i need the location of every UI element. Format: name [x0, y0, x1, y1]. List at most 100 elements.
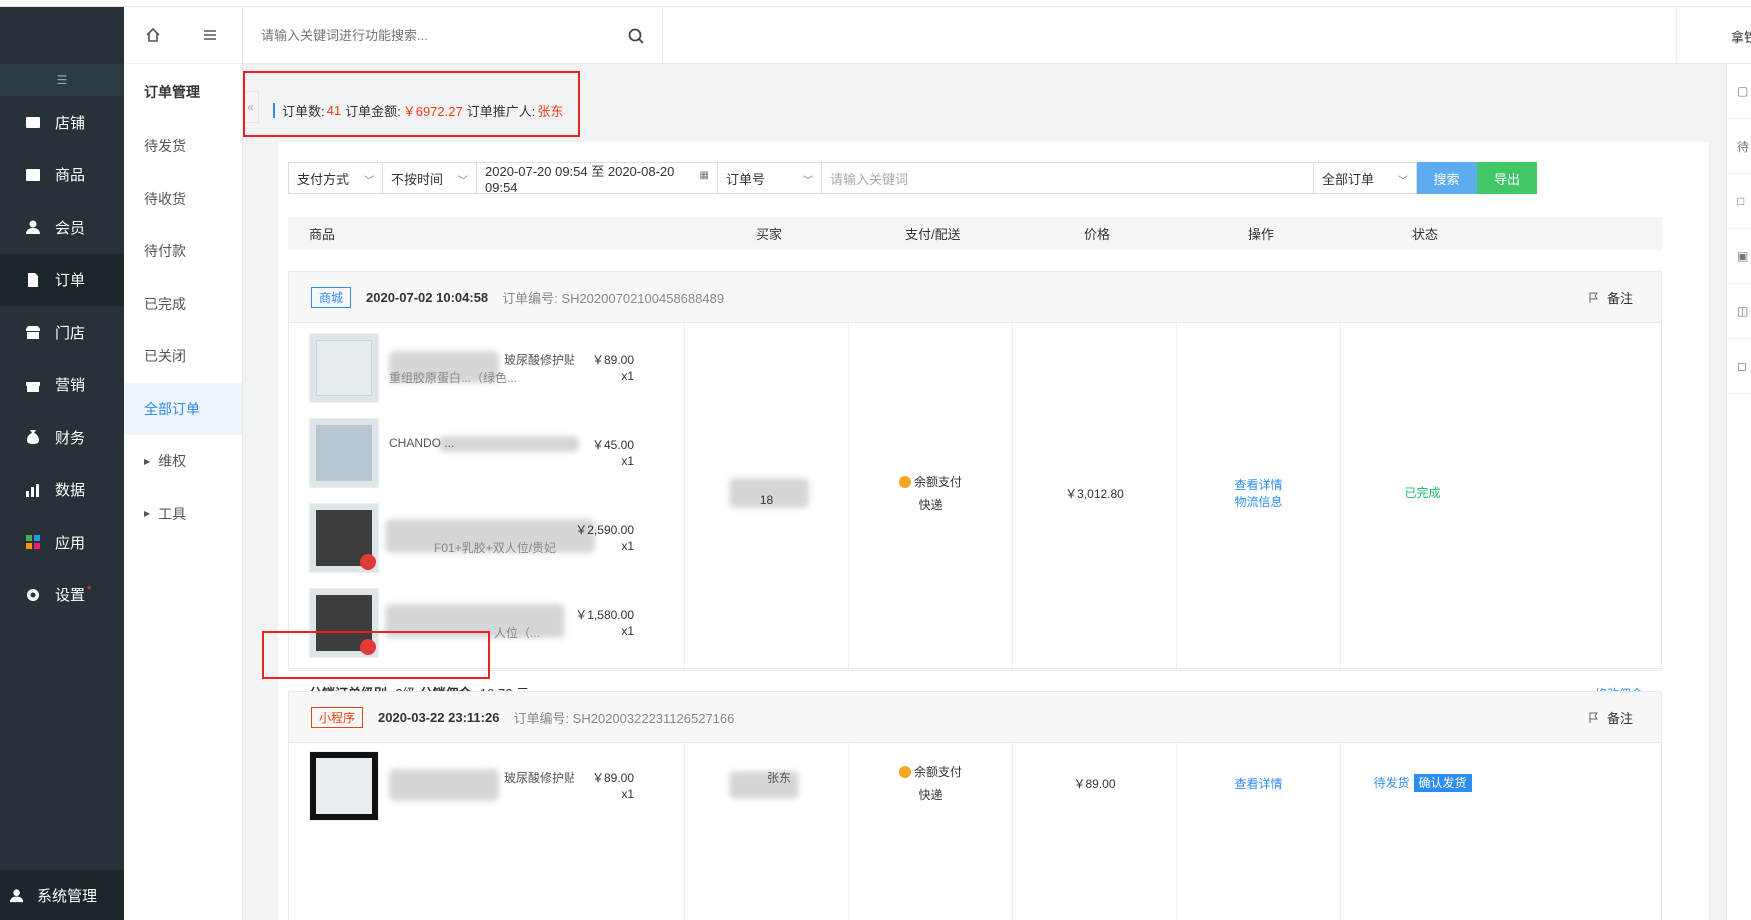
col-header-price: 价格	[1084, 227, 1111, 242]
order-header: 小程序 2020-03-22 23:11:26 订单编号: SH20200322…	[289, 692, 1661, 742]
export-button[interactable]: 导出	[1477, 162, 1537, 194]
quick-item[interactable]: ◻	[1727, 339, 1751, 394]
user-name[interactable]: 拿铁	[1731, 27, 1751, 46]
product-qty: x1	[621, 539, 634, 553]
subnav-item-label: 维权	[158, 453, 187, 470]
product-price: ￥89.00	[591, 771, 634, 785]
product-item[interactable]: CHANDO ... ￥45.00 x1	[309, 418, 689, 488]
header-divider	[1676, 7, 1677, 64]
table-header: 商品 买家 支付/配送 价格 操作 状态	[288, 217, 1662, 250]
payment-info: 余额支付 快递	[849, 763, 1012, 803]
product-name: CHANDO ...	[389, 436, 455, 450]
system-manage-label: 系统管理	[37, 887, 98, 905]
view-detail-link[interactable]: 查看详情	[1177, 775, 1340, 792]
confirm-ship-button[interactable]: 确认发货	[1413, 774, 1472, 792]
apps-icon	[25, 534, 41, 550]
sidebar-item-data[interactable]: 数据	[0, 464, 124, 517]
product-price: ￥1,580.00	[575, 608, 634, 622]
sidebar-item-goods[interactable]: 商品	[0, 149, 124, 202]
filter-bar: 支付方式 ﹀ 不按时间 ﹀ 2020-07-20 09:54 至 2020-08-2…	[288, 162, 1537, 195]
select-value: 全部订单	[1322, 171, 1375, 187]
pay-method-select[interactable]: 支付方式 ﹀	[288, 162, 383, 194]
search-icon[interactable]	[628, 28, 644, 44]
subnav-item-to-ship[interactable]: 待发货	[124, 120, 242, 173]
product-image	[309, 503, 379, 573]
subnav-item-label: 工具	[158, 505, 187, 522]
coin-icon	[898, 475, 911, 488]
order-status-area: 待发货 确认发货	[1341, 774, 1504, 792]
order-total: ￥89.00	[1073, 777, 1116, 791]
search-button[interactable]: 搜索	[1416, 162, 1477, 194]
order-type-select[interactable]: 全部订单 ﹀	[1313, 162, 1417, 194]
field-select[interactable]: 订单号 ﹀	[717, 162, 822, 194]
chevron-down-icon: ﹀	[803, 176, 813, 187]
shop-icon	[25, 114, 41, 130]
sidebar-item-label: 应用	[55, 534, 86, 552]
col-header-buyer: 买家	[756, 227, 783, 242]
keyword-input[interactable]: 请输入关键词	[821, 162, 1314, 194]
subnav-item-tools[interactable]: ▶ 工具	[124, 488, 242, 541]
sidebar-item-member[interactable]: 会员	[0, 201, 124, 254]
product-price: ￥45.00	[591, 438, 634, 452]
buyer-name: 张东	[766, 771, 791, 785]
subnav-item-rights[interactable]: ▶ 维权	[124, 435, 242, 488]
date-range-picker[interactable]: 2020-07-20 09:54 至 2020-08-20 09:54 ▦	[476, 162, 718, 195]
product-name: 玻尿酸修护贴...	[504, 771, 574, 785]
subnav-item-all-orders[interactable]: 全部订单	[124, 382, 242, 435]
col-header-ops: 操作	[1248, 227, 1275, 242]
column-divider	[1012, 743, 1013, 920]
user-gear-icon	[10, 888, 24, 902]
order-date: 2020-03-22 23:11:26	[378, 709, 500, 725]
product-item[interactable]: 玻尿酸修护贴... 重组胶原蛋白...（绿色... ￥89.00 x1	[309, 333, 689, 403]
flag-icon	[1589, 292, 1598, 303]
date-range-value: 2020-07-20 09:54 至 2020-08-20 09:54	[485, 164, 675, 195]
quick-item[interactable]: ◫	[1727, 284, 1751, 339]
logistics-link[interactable]: 物流信息	[1177, 493, 1340, 510]
subnav-item-completed[interactable]: 已完成	[124, 278, 242, 331]
time-select[interactable]: 不按时间 ﹀	[382, 162, 477, 194]
coin-icon	[898, 765, 911, 778]
user-icon	[25, 219, 41, 235]
sidebar-item-finance[interactable]: 财务	[0, 411, 124, 464]
sidebar-item-settings[interactable]: 设置 *	[0, 569, 124, 622]
function-search-input[interactable]	[261, 28, 621, 43]
system-manage-button[interactable]: 系统管理	[0, 870, 124, 920]
sidebar-item-store[interactable]: 门店	[0, 306, 124, 359]
col-header-goods: 商品	[309, 227, 336, 242]
remark-button[interactable]: 备注	[1588, 708, 1633, 727]
sidebar-item-shop[interactable]: 店铺	[0, 96, 124, 149]
chart-icon	[25, 482, 41, 498]
product-qty: x1	[621, 454, 634, 468]
product-qty: x1	[621, 624, 634, 638]
subnav-item-closed[interactable]: 已关闭	[124, 330, 242, 383]
menu-icon[interactable]	[181, 7, 238, 64]
function-search	[243, 7, 663, 64]
product-item[interactable]: 玻尿酸修护贴... ￥89.00 x1	[309, 751, 689, 821]
payment-info: 余额支付 快递	[849, 473, 1012, 513]
quick-item[interactable]: ▣	[1727, 229, 1751, 284]
product-name: 玻尿酸修护贴...	[504, 353, 574, 367]
sidebar-item-marketing[interactable]: 营销	[0, 359, 124, 412]
sidebar-item-order[interactable]: 订单	[0, 253, 124, 306]
sidebar-item-label: 数据	[55, 482, 86, 500]
quick-item[interactable]: 待	[1727, 119, 1751, 174]
quick-item[interactable]: ▢	[1727, 64, 1751, 119]
operations: 查看详情 物流信息	[1177, 476, 1340, 510]
sidebar-item-label: 财务	[55, 429, 86, 447]
delivery-method: 快递	[918, 788, 943, 802]
view-detail-link[interactable]: 查看详情	[1177, 476, 1340, 493]
sidebar-fold-icon[interactable]: ☰	[0, 64, 124, 96]
order-number: 订单编号: SH20200702100458688489	[502, 290, 725, 306]
remark-button[interactable]: 备注	[1588, 288, 1633, 307]
highlight-box	[262, 631, 490, 679]
product-item[interactable]: F01+乳胶+双人位/贵妃 ￥2,590.00 x1	[309, 503, 689, 573]
buyer-phone: 18	[759, 493, 774, 507]
select-value: 不按时间	[391, 171, 444, 187]
home-icon[interactable]	[124, 7, 181, 64]
quick-item[interactable]: □	[1727, 174, 1751, 229]
order-number: 订单编号: SH20200322231126527166	[513, 710, 735, 726]
sidebar-item-apps[interactable]: 应用	[0, 516, 124, 569]
subnav-item-to-pay[interactable]: 待付款	[124, 225, 242, 278]
subnav-item-to-receive[interactable]: 待收货	[124, 173, 242, 226]
top-icons	[124, 7, 242, 64]
